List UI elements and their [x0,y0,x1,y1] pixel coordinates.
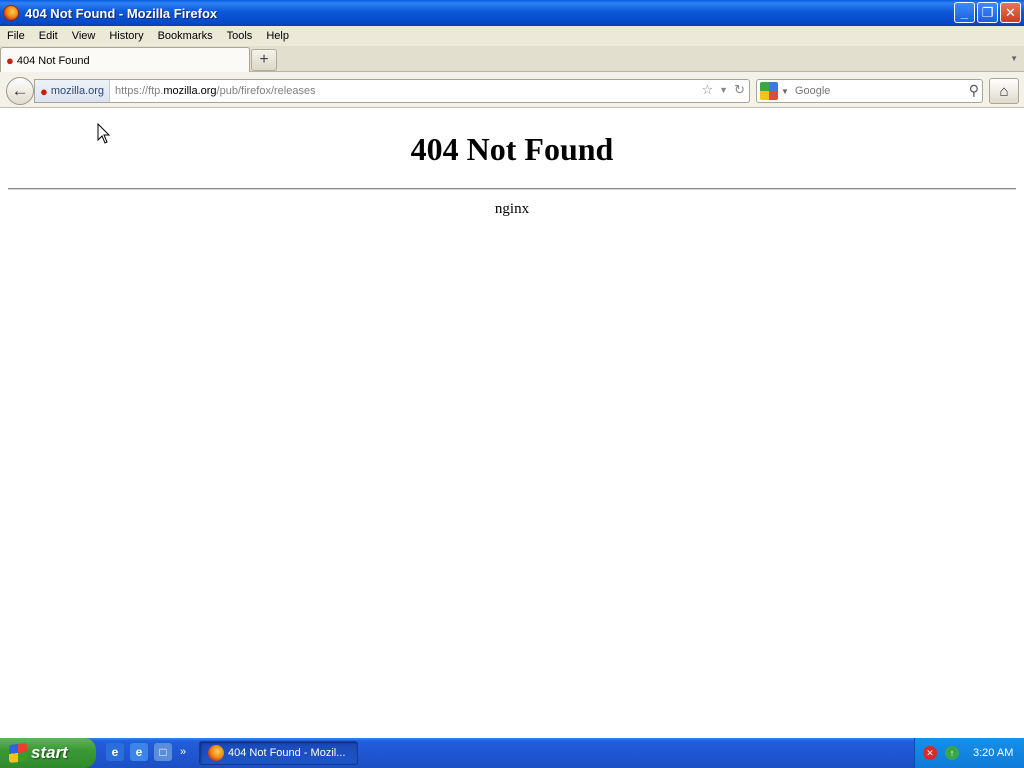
window-title: 404 Not Found - Mozilla Firefox [25,5,218,21]
menu-file[interactable]: File [0,30,32,42]
search-bar: ▼ ⚲ [756,79,983,103]
url-host: mozilla.org [163,85,217,97]
site-favicon-icon: ● [6,53,14,68]
firefox-icon [208,745,224,761]
tab-list-chevron-icon[interactable]: ▼ [1010,54,1018,63]
network-icon[interactable]: ↑ [945,746,959,760]
engine-dropdown-icon[interactable]: ▼ [781,87,789,96]
url-bar[interactable]: ● mozilla.org https://ftp.mozilla.org/pu… [34,79,750,103]
url-text[interactable]: https://ftp.mozilla.org/pub/firefox/rele… [115,85,316,97]
minimize-button[interactable]: _ [954,2,975,23]
menu-bar: File Edit View History Bookmarks Tools H… [0,26,1024,46]
page-content: 404 Not Found nginx [0,109,1024,738]
navigation-bar: ← ● mozilla.org https://ftp.mozilla.org/… [0,72,1024,108]
home-button[interactable]: ⌂ [989,78,1019,104]
plus-icon: + [259,51,269,68]
home-icon: ⌂ [999,82,1009,100]
url-path: /pub/firefox/releases [216,85,316,97]
url-actions: ☆ ▼ ↻ [702,82,745,98]
site-identity-button[interactable]: ● mozilla.org [35,80,111,102]
ie-icon[interactable]: e [106,743,124,761]
close-button[interactable]: ✕ [1000,2,1021,23]
restore-button[interactable]: ❐ [977,2,998,23]
taskbar-firefox-button[interactable]: 404 Not Found - Mozil... [199,741,358,765]
clock[interactable]: 3:20 AM [973,747,1013,759]
taskbar: start e e □ » 404 Not Found - Mozil... ✕… [0,738,1024,768]
horizontal-rule [8,188,1016,190]
tab-strip: ● 404 Not Found + ▼ [0,46,1024,73]
url-prefix: https://ftp. [115,85,164,97]
menu-bookmarks[interactable]: Bookmarks [151,30,220,42]
tab-404-not-found[interactable]: ● 404 Not Found [0,47,250,73]
menu-edit[interactable]: Edit [32,30,65,42]
window-controls: _ ❐ ✕ [954,2,1021,23]
quick-launch-more-icon[interactable]: » [180,746,186,758]
history-dropdown-icon[interactable]: ▼ [719,85,728,95]
page-title: 404 Not Found [410,131,614,167]
start-button[interactable]: start [0,738,96,768]
identity-label: mozilla.org [50,85,105,97]
quick-launch: e e □ » [106,743,186,761]
start-label: start [31,743,68,762]
server-name: nginx [494,201,530,217]
back-arrow-icon: ← [11,81,29,100]
back-button[interactable]: ← [6,77,34,105]
menu-tools[interactable]: Tools [220,30,260,42]
search-input[interactable] [794,85,955,97]
reload-icon[interactable]: ↻ [734,82,745,98]
system-tray: ✕ ↑ 3:20 AM [914,738,1024,768]
task-title: 404 Not Found - Mozil... [228,747,346,759]
search-magnifier-icon[interactable]: ⚲ [969,82,979,99]
new-tab-button[interactable]: + [251,49,277,71]
bookmark-star-icon[interactable]: ☆ [702,82,714,98]
menu-history[interactable]: History [102,30,150,42]
firefox-icon [3,5,19,21]
tab-title: 404 Not Found [16,54,90,67]
menu-view[interactable]: View [65,30,103,42]
show-desktop-icon[interactable]: □ [154,743,172,761]
windows-flag-icon [9,743,27,763]
security-alert-icon[interactable]: ✕ [923,746,937,760]
window-titlebar[interactable]: 404 Not Found - Mozilla Firefox _ ❐ ✕ [0,0,1024,26]
site-favicon-icon: ● [40,83,48,99]
google-engine-icon[interactable] [760,82,778,100]
firefox-icon[interactable]: e [130,743,148,761]
menu-help[interactable]: Help [259,30,296,42]
